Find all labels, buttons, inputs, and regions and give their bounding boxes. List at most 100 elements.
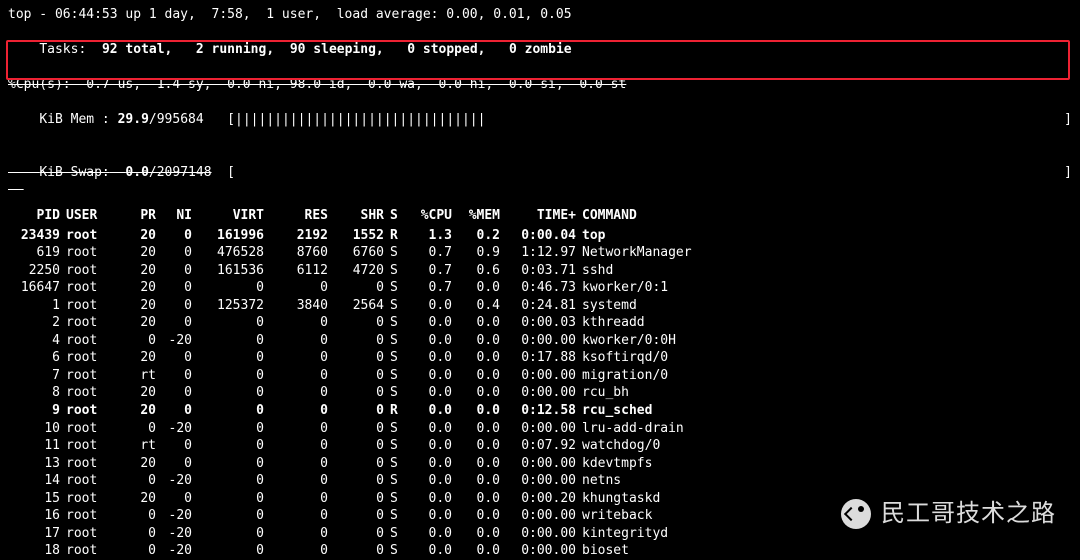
cell-cpu: 0.0 <box>408 297 456 315</box>
swap-label: KiB Swap: <box>39 165 109 180</box>
cell-pid: 4 <box>8 332 64 350</box>
col-cmd[interactable]: COMMAND <box>580 207 1072 225</box>
cell-shr: 0 <box>332 525 388 543</box>
table-row[interactable]: 10root0-20000S0.00.00:00.00lru-add-drain <box>8 420 1072 438</box>
table-row[interactable]: 11rootrt0000S0.00.00:07.92watchdog/0 <box>8 437 1072 455</box>
cell-res: 3840 <box>268 297 332 315</box>
swap-total: /2097148 <box>149 165 212 180</box>
cell-time: 0:00.04 <box>504 227 580 245</box>
cell-pid: 619 <box>8 244 64 262</box>
cell-pr: rt <box>124 437 160 455</box>
table-row[interactable]: 2250root20016153661124720S0.70.60:03.71s… <box>8 262 1072 280</box>
cell-mem: 0.0 <box>456 472 504 490</box>
cell-cpu: 0.0 <box>408 455 456 473</box>
table-row[interactable]: 14root0-20000S0.00.00:00.00netns <box>8 472 1072 490</box>
table-row[interactable]: 13root200000S0.00.00:00.00kdevtmpfs <box>8 455 1072 473</box>
table-row[interactable]: 619root20047652887606760S0.70.91:12.97Ne… <box>8 244 1072 262</box>
col-mem[interactable]: %MEM <box>456 207 504 225</box>
cell-res: 0 <box>268 472 332 490</box>
table-row[interactable]: 16647root200000S0.70.00:46.73kworker/0:1 <box>8 279 1072 297</box>
cell-user: root <box>64 227 124 245</box>
table-row[interactable]: 4root0-20000S0.00.00:00.00kworker/0:0H <box>8 332 1072 350</box>
terminal-screen[interactable]: top - 06:44:53 up 1 day, 7:58, 1 user, l… <box>0 0 1080 560</box>
col-res[interactable]: RES <box>268 207 332 225</box>
cell-shr: 0 <box>332 314 388 332</box>
table-row[interactable]: 8root200000S0.00.00:00.00rcu_bh <box>8 384 1072 402</box>
cell-res: 0 <box>268 507 332 525</box>
cell-ni: 0 <box>160 455 196 473</box>
cell-shr: 1552 <box>332 227 388 245</box>
cell-res: 0 <box>268 384 332 402</box>
table-row[interactable]: 9root200000R0.00.00:12.58rcu_sched <box>8 402 1072 420</box>
cell-mem: 0.0 <box>456 384 504 402</box>
cell-pr: 0 <box>124 507 160 525</box>
cell-time: 0:00.00 <box>504 542 580 560</box>
cell-time: 0:46.73 <box>504 279 580 297</box>
cell-cmd: top <box>580 227 1072 245</box>
cell-cmd: watchdog/0 <box>580 437 1072 455</box>
cell-time: 0:00.00 <box>504 507 580 525</box>
cell-s: S <box>388 525 408 543</box>
cell-user: root <box>64 279 124 297</box>
cell-cmd: migration/0 <box>580 367 1072 385</box>
cell-mem: 0.2 <box>456 227 504 245</box>
cell-pid: 15 <box>8 490 64 508</box>
cell-cpu: 0.0 <box>408 437 456 455</box>
cell-virt: 0 <box>196 279 268 297</box>
col-time[interactable]: TIME+ <box>504 207 580 225</box>
process-table-header[interactable]: PID USER PR NI VIRT RES SHR S %CPU %MEM … <box>8 207 1072 225</box>
cell-pr: 20 <box>124 384 160 402</box>
cell-mem: 0.0 <box>456 279 504 297</box>
col-ni[interactable]: NI <box>160 207 196 225</box>
cell-mem: 0.0 <box>456 367 504 385</box>
cell-res: 0 <box>268 525 332 543</box>
table-row[interactable]: 18root0-20000S0.00.00:00.00bioset <box>8 542 1072 560</box>
col-shr[interactable]: SHR <box>332 207 388 225</box>
cell-ni: -20 <box>160 507 196 525</box>
cell-shr: 0 <box>332 472 388 490</box>
col-pid[interactable]: PID <box>8 207 64 225</box>
cell-pid: 2 <box>8 314 64 332</box>
cell-ni: 0 <box>160 402 196 420</box>
cell-shr: 0 <box>332 384 388 402</box>
cell-s: S <box>388 332 408 350</box>
cell-shr: 0 <box>332 349 388 367</box>
cell-shr: 4720 <box>332 262 388 280</box>
col-user[interactable]: USER <box>64 207 124 225</box>
table-row[interactable]: 2root200000S0.00.00:00.03kthreadd <box>8 314 1072 332</box>
cell-pid: 1 <box>8 297 64 315</box>
cell-ni: 0 <box>160 279 196 297</box>
cell-shr: 0 <box>332 507 388 525</box>
cell-virt: 161536 <box>196 262 268 280</box>
cell-pid: 23439 <box>8 227 64 245</box>
cell-pr: 0 <box>124 332 160 350</box>
col-cpu[interactable]: %CPU <box>408 207 456 225</box>
table-row[interactable]: 23439root20016199621921552R1.30.20:00.04… <box>8 227 1072 245</box>
table-row[interactable]: 1root20012537238402564S0.00.40:24.81syst… <box>8 297 1072 315</box>
cell-time: 0:17.88 <box>504 349 580 367</box>
cell-pr: 20 <box>124 402 160 420</box>
cell-s: S <box>388 349 408 367</box>
cell-pr: 20 <box>124 490 160 508</box>
cell-cpu: 0.0 <box>408 420 456 438</box>
col-s[interactable]: S <box>388 207 408 225</box>
cell-cpu: 0.0 <box>408 507 456 525</box>
cell-mem: 0.0 <box>456 332 504 350</box>
cell-user: root <box>64 384 124 402</box>
cell-s: S <box>388 472 408 490</box>
cell-pid: 16 <box>8 507 64 525</box>
cell-res: 0 <box>268 420 332 438</box>
cell-user: root <box>64 507 124 525</box>
col-virt[interactable]: VIRT <box>196 207 268 225</box>
col-pr[interactable]: PR <box>124 207 160 225</box>
table-row[interactable]: 6root200000S0.00.00:17.88ksoftirqd/0 <box>8 349 1072 367</box>
cell-res: 0 <box>268 367 332 385</box>
table-row[interactable]: 7rootrt0000S0.00.00:00.00migration/0 <box>8 367 1072 385</box>
cell-virt: 0 <box>196 402 268 420</box>
cell-s: S <box>388 367 408 385</box>
cell-cpu: 0.0 <box>408 402 456 420</box>
cell-mem: 0.0 <box>456 437 504 455</box>
cell-user: root <box>64 455 124 473</box>
highlight-box-annotation <box>6 40 1070 80</box>
cell-cmd: sshd <box>580 262 1072 280</box>
